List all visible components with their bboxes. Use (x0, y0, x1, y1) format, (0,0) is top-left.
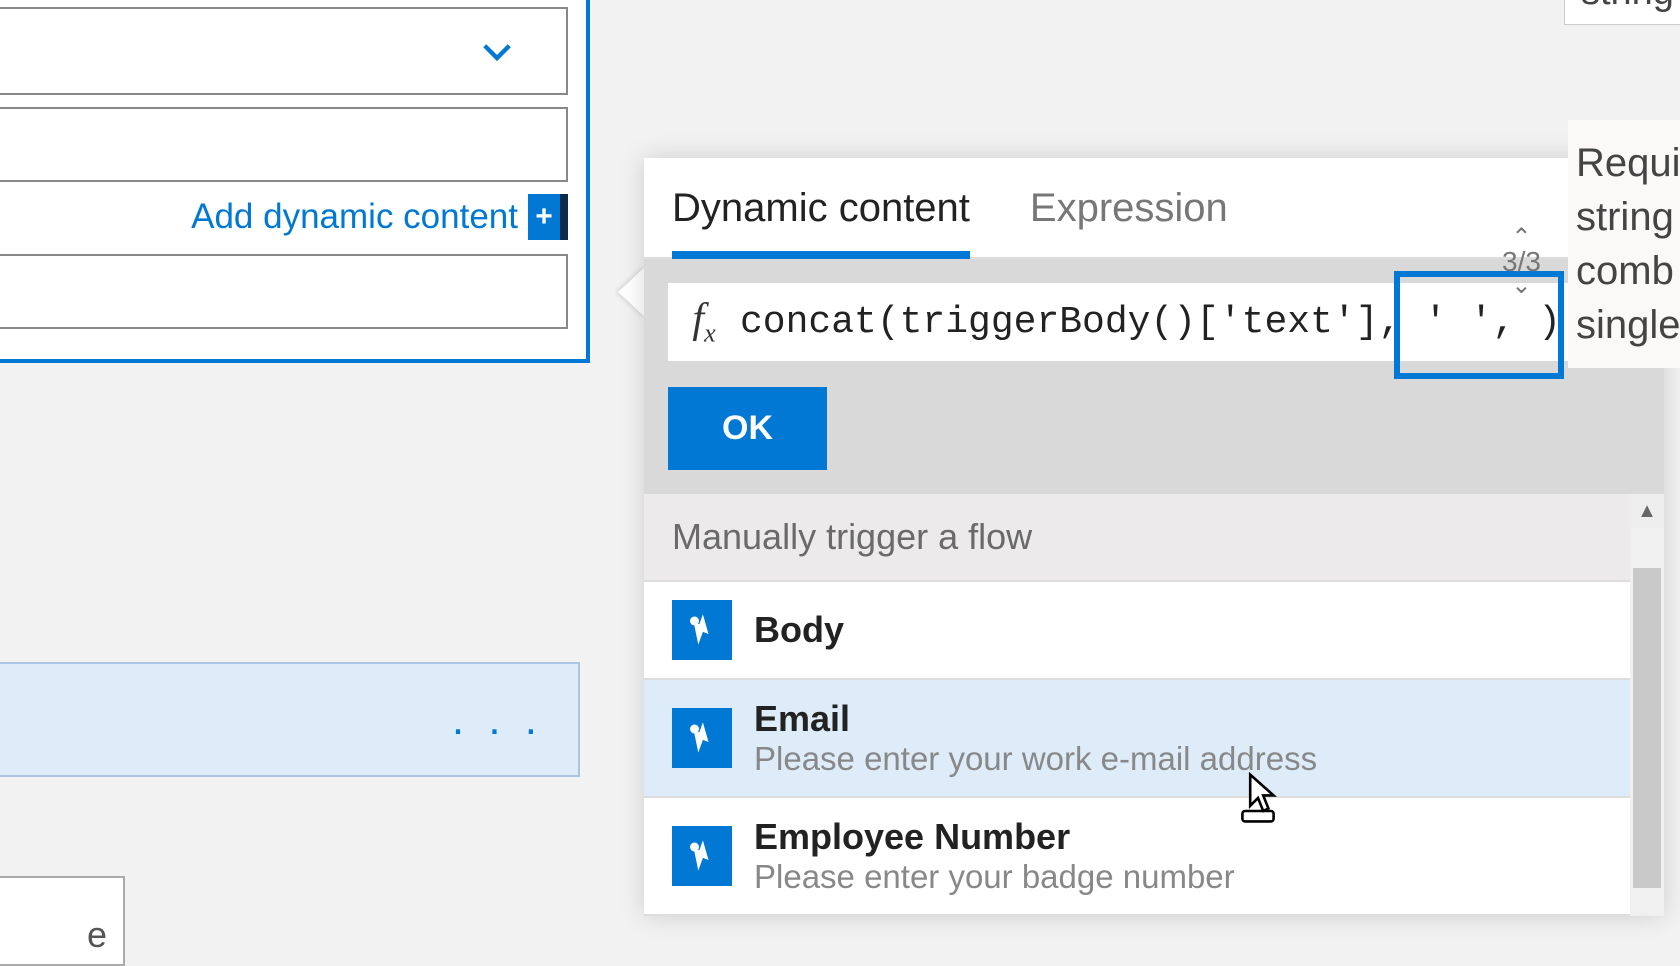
section-header: Manually trigger a flow (644, 494, 1664, 582)
collapsed-field-2[interactable] (0, 7, 568, 95)
caret-up-icon[interactable]: ⌃ (1511, 230, 1531, 246)
caret-down-icon[interactable]: ⌄ (1511, 278, 1531, 294)
tab-expression[interactable]: Expression (1030, 186, 1228, 257)
item-description: Please enter your badge number (754, 858, 1235, 896)
scroll-up-button[interactable]: ▲ (1630, 494, 1664, 528)
tab-dynamic-content[interactable]: Dynamic content (672, 186, 970, 259)
item-title: Email (754, 698, 1317, 740)
dynamic-item-body[interactable]: Body (644, 582, 1664, 680)
trigger-icon (672, 708, 732, 768)
tooltip-top-fragment: string (1564, 0, 1680, 25)
chevron-down-icon (476, 30, 518, 72)
add-dynamic-row: Add dynamic content + (0, 194, 568, 240)
expression-input[interactable]: fx concat(triggerBody()['text'], ' ', ) (668, 283, 1640, 361)
item-title: Employee Number (754, 816, 1235, 858)
dynamic-item-employee-number[interactable]: Employee Number Please enter your badge … (644, 798, 1664, 916)
dynamic-item-email[interactable]: Email Please enter your work e-mail addr… (644, 680, 1664, 798)
item-title: Body (754, 609, 844, 651)
scrollbar-track[interactable] (1630, 528, 1664, 916)
trigger-icon (672, 600, 732, 660)
bottom-box: e (0, 876, 125, 966)
trigger-icon (672, 826, 732, 886)
input-field-3[interactable] (0, 107, 568, 182)
ok-button[interactable]: OK (668, 387, 827, 470)
tooltip-body-fragment: Requi string comb single (1568, 120, 1680, 368)
tooltip-counter[interactable]: ⌃ 3/3 ⌄ (1502, 230, 1541, 294)
action-card: Add dynamic content + (0, 0, 590, 363)
plus-icon[interactable]: + (528, 194, 568, 240)
input-field-4[interactable] (0, 254, 568, 329)
expression-text: concat(triggerBody()['text'], ' ', ) (740, 301, 1640, 344)
item-description: Please enter your work e-mail address (754, 740, 1317, 778)
add-dynamic-content-link[interactable]: Add dynamic content (191, 197, 518, 237)
dynamic-items-container: ▲ Manually trigger a flow Body Email Ple… (644, 494, 1664, 916)
step-card[interactable]: . . . (0, 662, 580, 777)
fx-icon: fx (668, 295, 740, 348)
scrollbar-thumb[interactable] (1633, 568, 1661, 888)
more-icon[interactable]: . . . (452, 695, 543, 745)
popup-caret (618, 266, 646, 318)
